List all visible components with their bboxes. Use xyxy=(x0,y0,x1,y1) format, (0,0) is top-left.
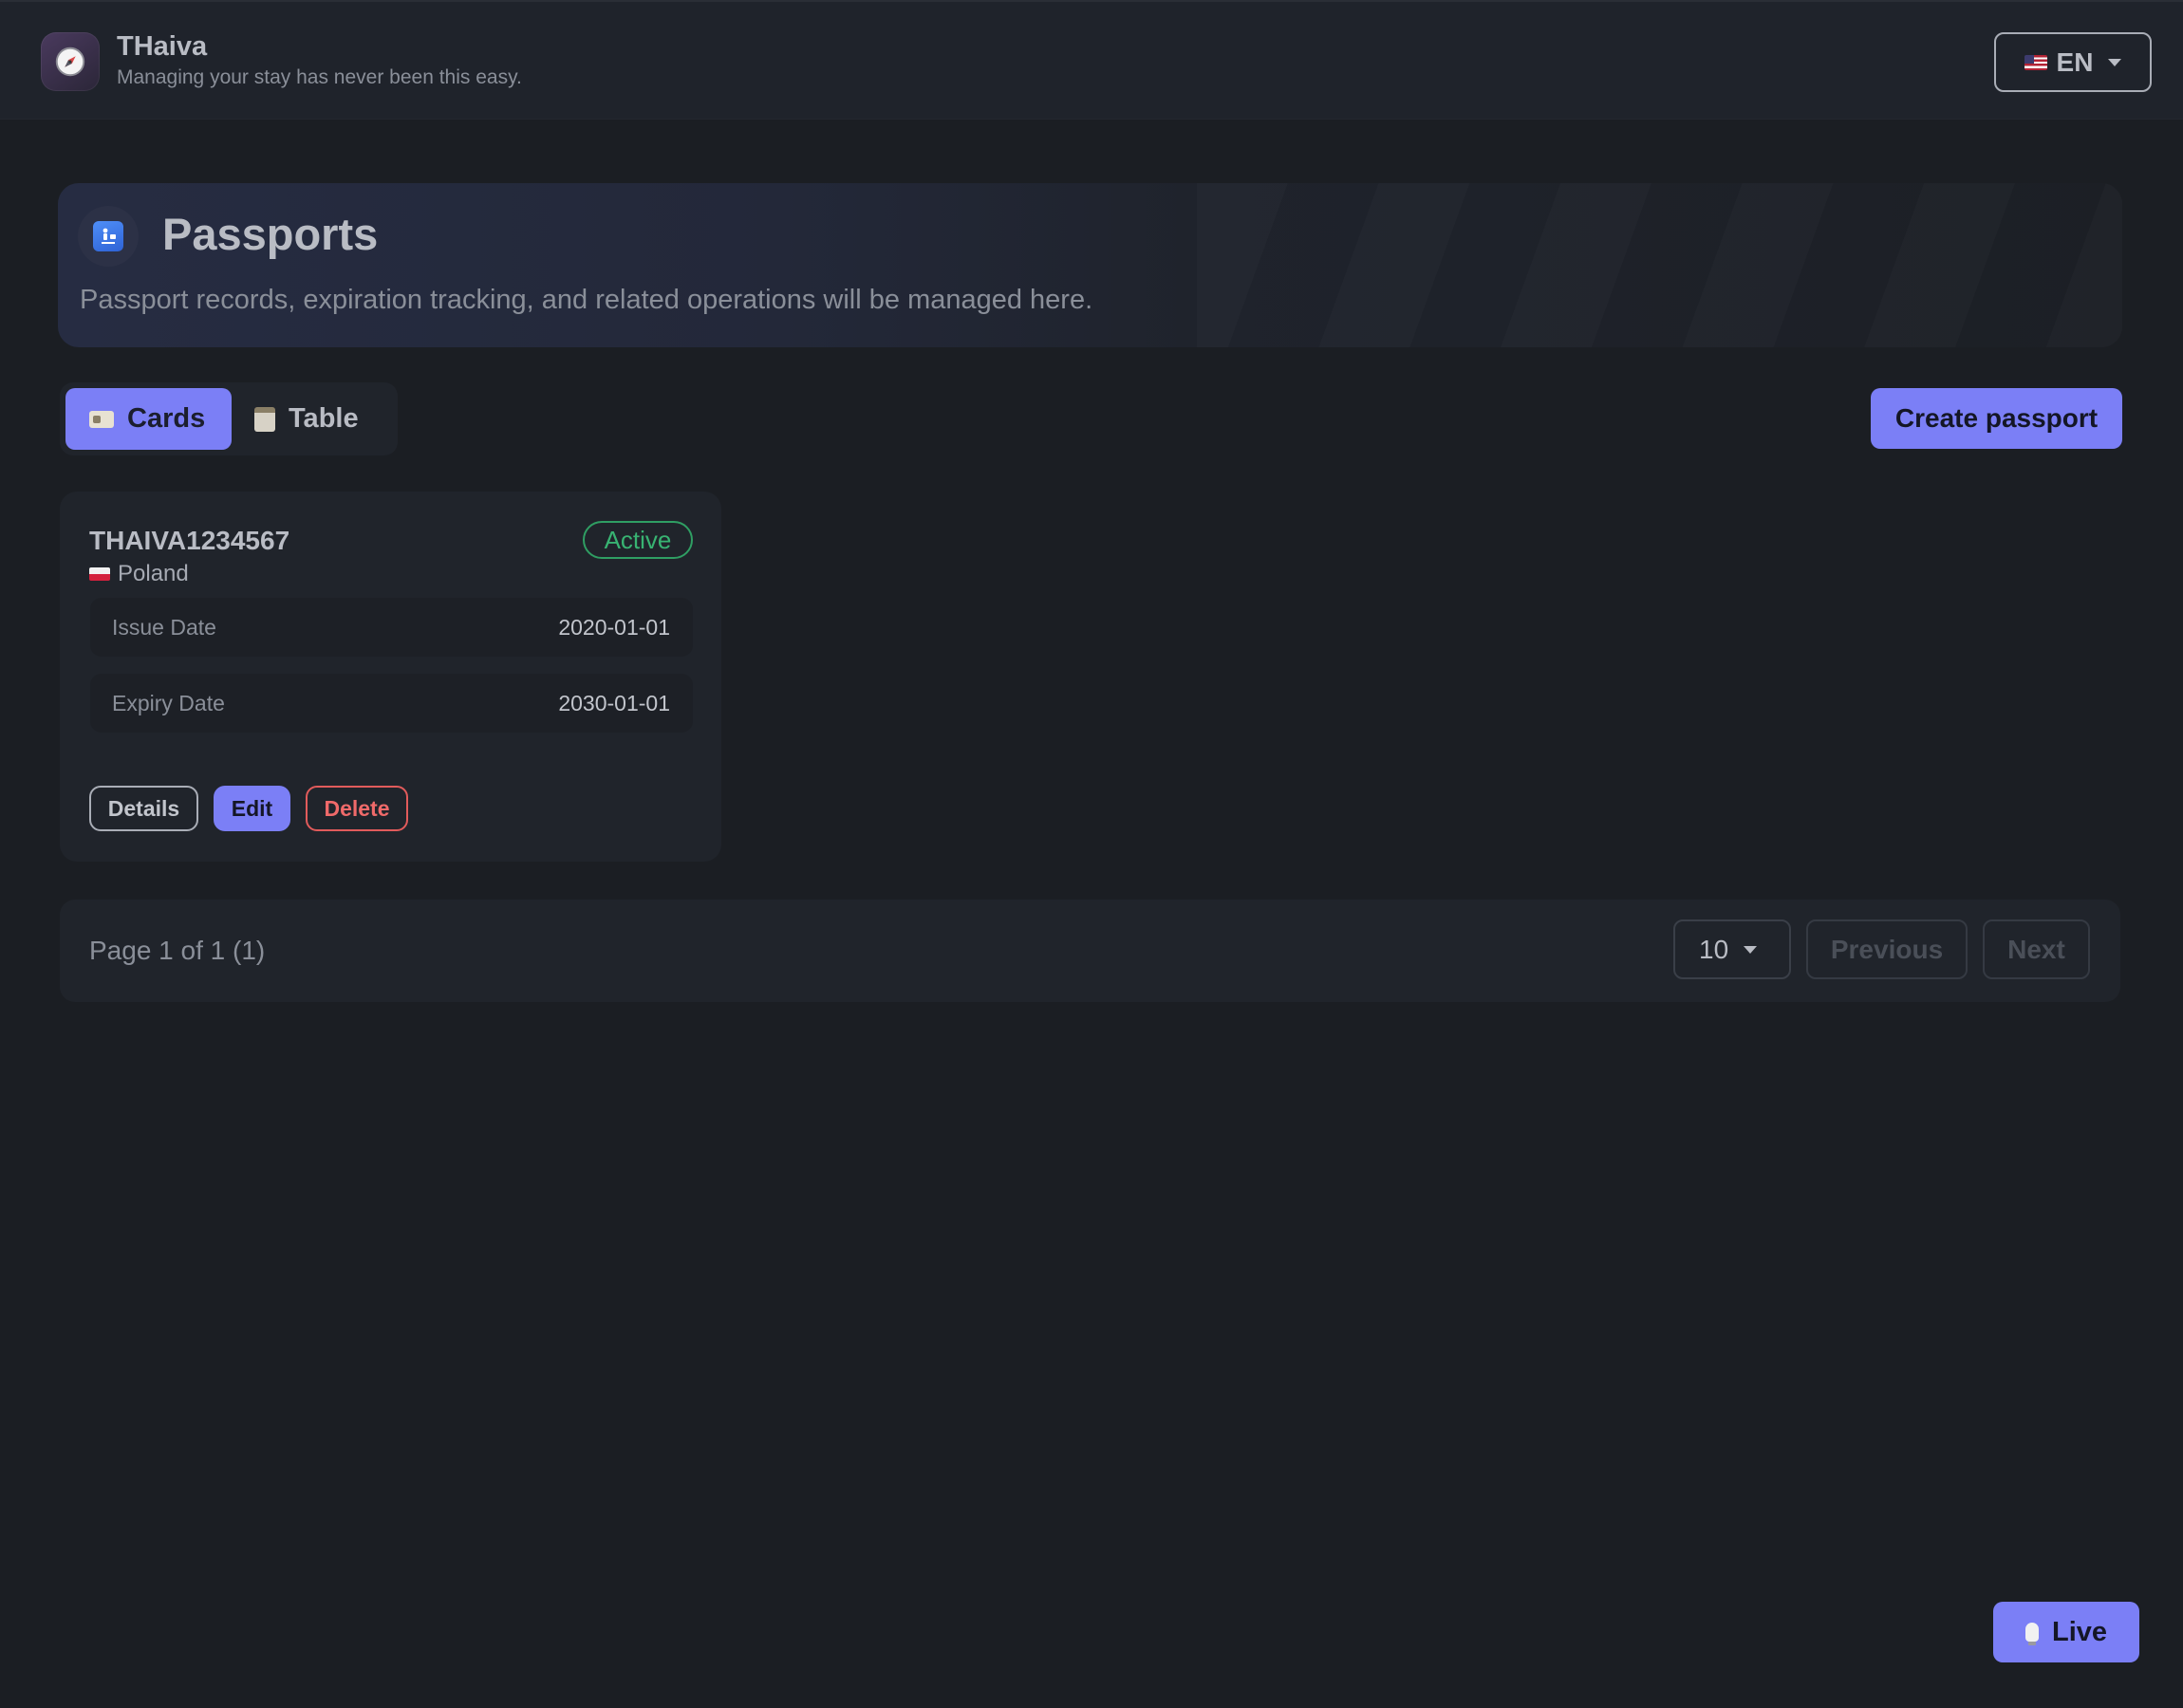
top-bar: THaiva Managing your stay has never been… xyxy=(0,0,2183,120)
app-subtitle: Managing your stay has never been this e… xyxy=(117,66,522,88)
pagination-bar: Page 1 of 1 (1) 10 Previous Next xyxy=(60,900,2120,1002)
edit-button[interactable]: Edit xyxy=(214,786,290,831)
delete-button[interactable]: Delete xyxy=(306,786,408,831)
page-size-select[interactable]: 10 xyxy=(1673,919,1791,979)
pagination-summary: Page 1 of 1 (1) xyxy=(89,936,266,965)
issue-date-value: 2020-01-01 xyxy=(558,615,670,640)
app-title: THaiva xyxy=(117,31,208,62)
passport-card: THAIVA1234567 Poland Active Issue Date 2… xyxy=(60,492,721,862)
create-passport-button[interactable]: Create passport xyxy=(1871,388,2122,449)
view-table-button[interactable]: Table xyxy=(232,388,392,450)
decorative-stripes xyxy=(1197,183,2122,347)
clipboard-icon xyxy=(254,406,275,432)
lightbulb-icon xyxy=(2024,1623,2039,1645)
issue-date-label: Issue Date xyxy=(112,615,216,640)
passport-control-glyph xyxy=(102,228,116,244)
language-selector[interactable]: EN xyxy=(1994,32,2152,92)
page-title: Passports xyxy=(162,209,379,259)
country-label: Poland xyxy=(118,561,189,586)
details-button[interactable]: Details xyxy=(89,786,198,831)
expiry-date-label: Expiry Date xyxy=(112,691,225,715)
issue-date-row: Issue Date 2020-01-01 xyxy=(90,598,693,657)
flag-poland-icon xyxy=(89,567,110,581)
page-header: Passports Passport records, expiration t… xyxy=(58,183,2122,347)
previous-page-button[interactable]: Previous xyxy=(1806,919,1968,979)
live-label: Live xyxy=(2051,1616,2108,1647)
page-description: Passport records, expiration tracking, a… xyxy=(80,285,1093,315)
expiry-date-row: Expiry Date 2030-01-01 xyxy=(90,674,693,733)
chevron-down-icon xyxy=(2108,58,2122,66)
view-table-label: Table xyxy=(289,403,359,434)
view-toggle: Cards Table xyxy=(60,382,398,455)
next-page-button[interactable]: Next xyxy=(1983,919,2090,979)
expiry-date-value: 2030-01-01 xyxy=(558,691,670,715)
page-size-value: 10 xyxy=(1699,934,1729,964)
compass-logo-icon[interactable] xyxy=(41,32,100,91)
chevron-down-icon xyxy=(1744,945,1758,954)
language-label: EN xyxy=(2056,46,2094,77)
passport-number: THAIVA1234567 xyxy=(89,526,290,555)
card-icon xyxy=(89,410,114,428)
live-button[interactable]: Live xyxy=(1993,1602,2139,1662)
status-badge: Active xyxy=(583,521,693,559)
flag-us-icon xyxy=(2024,54,2047,70)
compass-icon xyxy=(55,46,85,77)
view-cards-label: Cards xyxy=(127,403,206,434)
passport-country: Poland xyxy=(89,561,189,587)
view-cards-button[interactable]: Cards xyxy=(65,388,232,450)
passport-control-icon xyxy=(78,206,139,267)
